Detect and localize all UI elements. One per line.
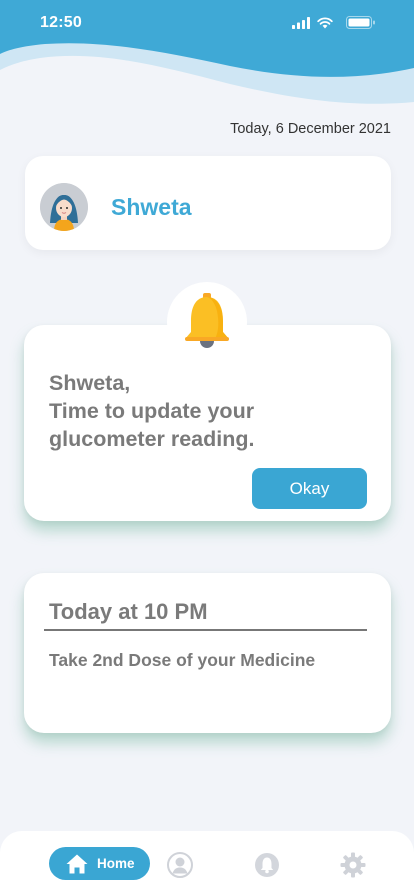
settings-icon[interactable] xyxy=(340,852,366,878)
cellular-signal-icon xyxy=(292,16,310,29)
alert-line: glucometer reading. xyxy=(49,427,255,451)
notification-icon[interactable] xyxy=(254,852,280,878)
reminder-card[interactable]: Today at 10 PM Take 2nd Dose of your Med… xyxy=(24,573,391,733)
profile-card[interactable]: Shweta xyxy=(25,156,391,250)
nav-home-label: Home xyxy=(97,856,135,871)
okay-button[interactable]: Okay xyxy=(252,468,367,509)
bottom-nav: Home xyxy=(0,831,414,896)
nav-home-button[interactable]: Home xyxy=(49,847,150,880)
alert-message: Shweta, Time to update your glucometer r… xyxy=(49,369,369,453)
current-date: Today, 6 December 2021 xyxy=(230,121,391,137)
status-bar: 12:50 xyxy=(0,0,414,48)
home-icon xyxy=(66,854,88,873)
profile-name: Shweta xyxy=(111,194,192,220)
bell-badge xyxy=(167,282,247,362)
alert-line: Time to update your xyxy=(49,399,255,423)
battery-icon xyxy=(346,16,375,29)
status-time: 12:50 xyxy=(40,14,82,31)
wifi-icon xyxy=(317,16,333,28)
reminder-text: Take 2nd Dose of your Medicine xyxy=(49,650,316,670)
user-avatar xyxy=(40,183,88,231)
divider xyxy=(44,629,367,631)
reminder-time: Today at 10 PM xyxy=(49,599,208,624)
bell-icon xyxy=(185,293,229,348)
profile-icon[interactable] xyxy=(167,852,193,878)
alert-line: Shweta, xyxy=(49,371,131,395)
